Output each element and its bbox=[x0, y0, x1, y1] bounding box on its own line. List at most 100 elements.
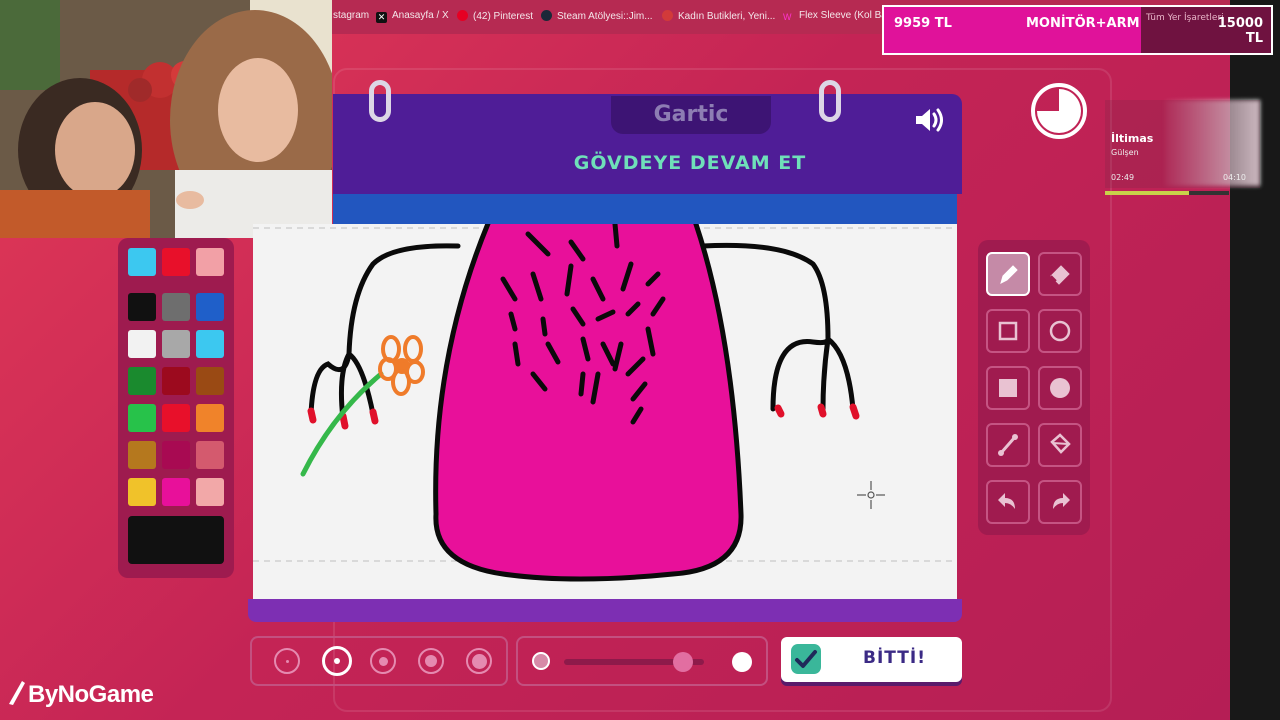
brush-size-option[interactable] bbox=[322, 646, 352, 676]
color-swatch[interactable] bbox=[162, 404, 190, 432]
color-swatch[interactable] bbox=[162, 478, 190, 506]
color-palette bbox=[118, 238, 234, 578]
color-swatch[interactable] bbox=[196, 293, 224, 321]
steam-icon bbox=[541, 10, 552, 21]
song-artist: Gülşen bbox=[1111, 148, 1139, 157]
color-swatch[interactable] bbox=[128, 441, 156, 469]
crosshair-cursor bbox=[857, 481, 885, 509]
music-player-widget: İltimas Gülşen 02:49 04:10 bbox=[1105, 100, 1260, 195]
turn-prompt: GÖVDEYE DEVAM ET bbox=[573, 152, 807, 174]
color-swatch[interactable] bbox=[196, 441, 224, 469]
circle-fill-icon bbox=[1050, 378, 1070, 398]
done-button[interactable]: BİTTİ! bbox=[781, 637, 962, 682]
undo-tool[interactable] bbox=[986, 480, 1030, 524]
donation-target: 15000 TL bbox=[1217, 16, 1263, 46]
eraser-tool[interactable] bbox=[1038, 252, 1082, 296]
brush-size-option[interactable] bbox=[370, 648, 396, 674]
notebook-bottom-edge bbox=[248, 599, 962, 622]
brush-size-option[interactable] bbox=[466, 648, 492, 674]
redo-tool[interactable] bbox=[1038, 480, 1082, 524]
eraser-icon bbox=[1050, 265, 1070, 285]
song-elapsed: 02:49 bbox=[1111, 173, 1135, 182]
notebook-header: Gartic GÖVDEYE DEVAM ET bbox=[333, 94, 962, 194]
circle-outline-icon bbox=[1049, 320, 1071, 342]
rectangle-fill-tool[interactable] bbox=[986, 366, 1030, 410]
color-swatch[interactable] bbox=[162, 248, 190, 276]
pinterest-icon bbox=[457, 10, 468, 21]
color-swatch[interactable] bbox=[128, 248, 156, 276]
color-swatch[interactable] bbox=[196, 367, 224, 395]
brush-size-dot bbox=[471, 653, 487, 669]
ellipse-fill-tool[interactable] bbox=[1038, 366, 1082, 410]
color-swatch[interactable] bbox=[196, 478, 224, 506]
color-swatch[interactable] bbox=[162, 367, 190, 395]
bookmark-instagram[interactable]: stagram bbox=[333, 10, 369, 21]
opacity-slider[interactable] bbox=[516, 636, 768, 686]
pencil-icon bbox=[1000, 265, 1018, 284]
fill-bucket-tool[interactable] bbox=[1038, 423, 1082, 467]
color-swatch[interactable] bbox=[196, 404, 224, 432]
rectangle-outline-tool[interactable] bbox=[986, 309, 1030, 353]
line-icon bbox=[998, 434, 1018, 456]
turn-timer bbox=[1030, 82, 1088, 140]
streamer-brand: ByNoGame bbox=[8, 680, 154, 709]
bookmark-icon: W bbox=[783, 12, 792, 22]
donation-current: 9959 TL bbox=[894, 16, 952, 31]
drawing-canvas[interactable] bbox=[253, 191, 957, 599]
globe-icon bbox=[662, 10, 673, 21]
tools-panel bbox=[978, 240, 1090, 535]
x-icon: ✕ bbox=[376, 12, 387, 23]
clock-icon bbox=[1031, 83, 1087, 139]
pen-logo-icon bbox=[9, 681, 25, 705]
color-swatch[interactable] bbox=[162, 330, 190, 358]
bookmark-butik[interactable]: Kadın Butikleri, Yeni... bbox=[662, 10, 775, 22]
color-swatch[interactable] bbox=[128, 293, 156, 321]
canvas-top-margin bbox=[333, 194, 957, 224]
color-swatch[interactable] bbox=[128, 367, 156, 395]
ellipse-outline-tool[interactable] bbox=[1038, 309, 1082, 353]
pencil-tool[interactable] bbox=[986, 252, 1030, 296]
opacity-knob[interactable] bbox=[673, 652, 693, 672]
color-swatch[interactable] bbox=[196, 330, 224, 358]
brush-size-dot bbox=[285, 659, 289, 663]
song-total: 04:10 bbox=[1222, 173, 1246, 182]
donation-goal-bar: Tüm Yer İşaretleri 9959 TL MONİTÖR+ARM 1… bbox=[882, 5, 1273, 55]
line-tool[interactable] bbox=[986, 423, 1030, 467]
redo-icon bbox=[1053, 493, 1070, 509]
check-icon bbox=[791, 644, 821, 674]
binder-ring-left bbox=[369, 80, 391, 122]
color-swatch[interactable] bbox=[196, 248, 224, 276]
bookmark-steam[interactable]: Steam Atölyesi::Jim... bbox=[541, 10, 653, 22]
color-swatch[interactable] bbox=[128, 404, 156, 432]
drawing-notebook: Gartic GÖVDEYE DEVAM ET bbox=[248, 80, 962, 622]
brush-size-dot bbox=[378, 656, 388, 666]
done-button-label: BİTTİ! bbox=[863, 648, 926, 668]
opacity-max-icon bbox=[732, 652, 752, 672]
opacity-min-icon bbox=[532, 652, 550, 670]
brush-size-selector bbox=[250, 636, 508, 686]
brush-size-dot bbox=[334, 658, 340, 664]
bookmark-pinterest[interactable]: (42) Pinterest bbox=[457, 10, 533, 22]
bucket-icon bbox=[1050, 433, 1071, 454]
logo-tab: Gartic bbox=[611, 96, 771, 134]
brand-name: ByNoGame bbox=[28, 681, 154, 708]
undo-icon bbox=[998, 493, 1015, 509]
brush-size-option[interactable] bbox=[274, 648, 300, 674]
binder-ring-right bbox=[819, 80, 841, 122]
song-progress-track bbox=[1105, 191, 1229, 195]
speaker-icon[interactable] bbox=[913, 106, 949, 134]
selected-color-swatch bbox=[128, 516, 224, 564]
color-swatch[interactable] bbox=[128, 330, 156, 358]
song-title: İltimas bbox=[1111, 132, 1154, 145]
song-progress-fill bbox=[1105, 191, 1189, 195]
bookmark-x[interactable]: ✕ Anasayfa / X bbox=[376, 10, 449, 23]
brush-size-option[interactable] bbox=[418, 648, 444, 674]
gartic-logo: Gartic bbox=[653, 102, 729, 127]
donation-goal-title: MONİTÖR+ARM bbox=[1026, 16, 1140, 31]
canvas-drawing bbox=[253, 191, 957, 582]
brush-size-dot bbox=[425, 655, 437, 667]
color-swatch[interactable] bbox=[128, 478, 156, 506]
color-swatch[interactable] bbox=[162, 293, 190, 321]
square-fill-icon bbox=[999, 379, 1017, 397]
color-swatch[interactable] bbox=[162, 441, 190, 469]
